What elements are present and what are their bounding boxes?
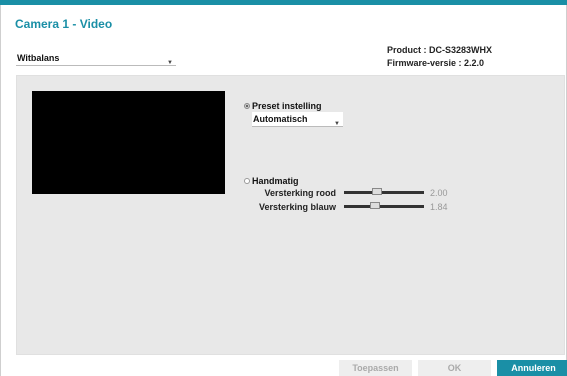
ok-button[interactable]: OK xyxy=(418,360,491,376)
white-balance-panel: Preset instelling Automatisch ▼ Handmati… xyxy=(16,75,565,355)
dialog-title: Camera 1 - Video xyxy=(15,17,113,31)
category-select-value: Witbalans xyxy=(17,53,60,63)
chevron-down-icon: ▼ xyxy=(167,60,173,66)
preset-radio-label: Preset instelling xyxy=(252,101,322,111)
preset-select-value: Automatisch xyxy=(253,114,308,124)
red-gain-value: 2.00 xyxy=(430,187,448,198)
blue-gain-label: Versterking blauw xyxy=(258,201,336,212)
blue-gain-slider-thumb[interactable] xyxy=(370,202,380,209)
blue-gain-row: Versterking blauw 1.84 xyxy=(241,201,448,212)
blue-gain-slider[interactable] xyxy=(344,202,424,209)
category-select[interactable]: Witbalans ▼ xyxy=(16,51,176,66)
apply-button[interactable]: Toepassen xyxy=(339,360,412,376)
manual-radio-option[interactable]: Handmatig xyxy=(244,176,299,186)
red-gain-label: Versterking rood xyxy=(264,187,336,198)
preset-select[interactable]: Automatisch ▼ xyxy=(252,112,343,127)
red-gain-slider[interactable] xyxy=(344,188,424,195)
firmware-label: Firmware-versie : 2.2.0 xyxy=(387,58,485,68)
manual-radio-button[interactable] xyxy=(244,178,250,184)
preset-radio-option[interactable]: Preset instelling xyxy=(244,101,322,111)
red-gain-slider-thumb[interactable] xyxy=(372,188,382,195)
cancel-button[interactable]: Annuleren xyxy=(497,360,567,376)
video-preview xyxy=(32,91,225,194)
red-gain-row: Versterking rood 2.00 xyxy=(241,187,448,198)
preset-radio-button[interactable] xyxy=(244,103,250,109)
device-info: Product : DC-S3283WHX Firmware-versie : … xyxy=(387,44,492,70)
chevron-down-icon: ▼ xyxy=(334,121,340,127)
product-label: Product : DC-S3283WHX xyxy=(387,45,493,55)
manual-radio-label: Handmatig xyxy=(252,176,299,186)
blue-gain-value: 1.84 xyxy=(430,201,448,212)
camera-video-dialog: Camera 1 - Video Witbalans ▼ Product : D… xyxy=(0,5,567,376)
